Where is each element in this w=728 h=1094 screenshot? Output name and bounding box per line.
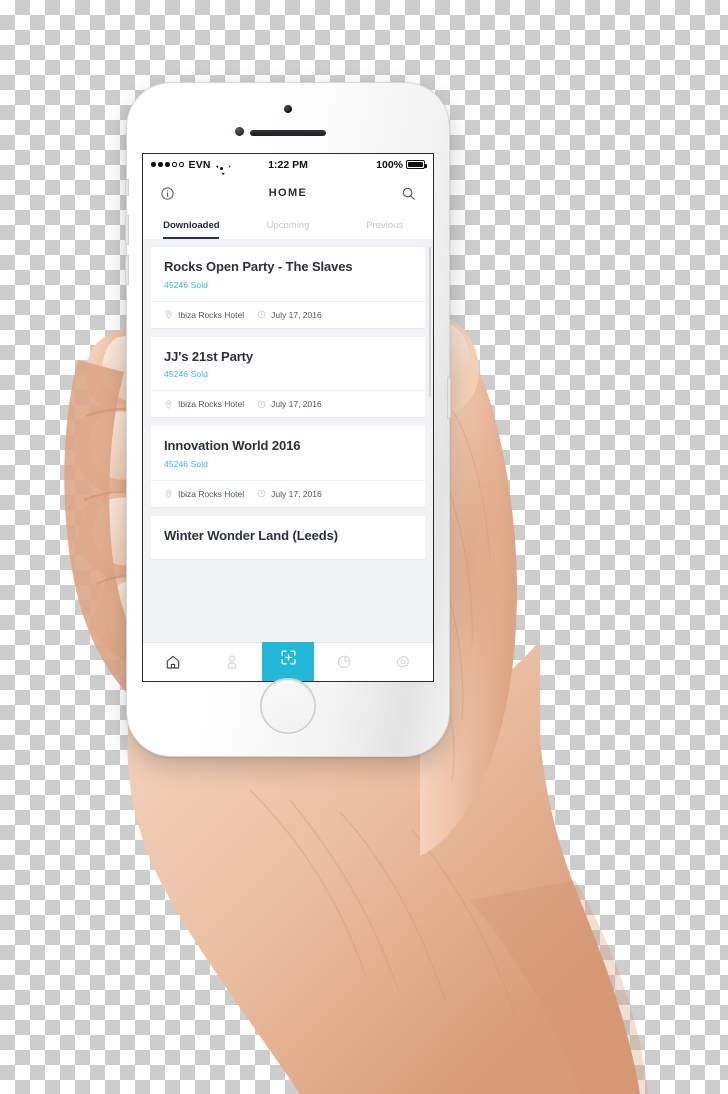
earpiece-speaker-icon	[250, 130, 326, 136]
event-title: Winter Wonder Land (Leeds)	[164, 527, 338, 543]
info-circle-icon[interactable]	[157, 183, 177, 203]
event-date-label: July 17, 2016	[271, 488, 322, 499]
clock-icon	[257, 489, 266, 498]
location-pin-icon	[164, 400, 173, 409]
event-date: July 17, 2016	[257, 310, 322, 320]
event-title: JJ's 21st Party	[164, 348, 254, 364]
event-venue: Ibiza Rocks Hotel	[164, 399, 244, 409]
volume-up-button[interactable]	[125, 215, 129, 245]
location-pin-icon	[164, 489, 173, 499]
page-title: HOME	[268, 187, 308, 199]
event-list[interactable]: Rocks Open Party - The Slaves 45246 Sold…	[143, 239, 433, 642]
proximity-sensor-icon	[235, 127, 244, 136]
tab-bar-item-reports[interactable]	[314, 643, 374, 681]
tab-upcoming-label: Upcoming	[266, 219, 310, 231]
clock-icon	[257, 310, 266, 319]
person-icon	[224, 654, 240, 670]
home-button[interactable]	[260, 678, 316, 734]
volume-down-button[interactable]	[125, 255, 129, 285]
bottom-tab-bar	[143, 634, 434, 681]
battery-full-icon	[406, 160, 427, 169]
event-date: July 17, 2016	[257, 489, 322, 499]
event-sold-count: 45246 Sold	[164, 458, 209, 469]
scan-icon	[279, 648, 298, 667]
event-sold-count: 45246 Sold	[164, 369, 209, 380]
event-card-header: Winter Wonder Land (Leeds)	[151, 516, 425, 560]
clock-icon	[257, 400, 266, 409]
nav-bar: HOME	[143, 175, 433, 211]
event-venue: Ibiza Rocks Hotel	[164, 310, 244, 320]
settings-gear-icon	[395, 654, 411, 670]
power-button[interactable]	[447, 377, 451, 419]
event-card-header: Rocks Open Party - The Slaves 45246 Sold	[151, 247, 425, 301]
status-bar: EVN 1:22 PM 100%	[143, 154, 433, 175]
event-date-label: July 17, 2016	[271, 399, 322, 410]
tab-upcoming[interactable]: Upcoming	[240, 211, 337, 239]
location-pin-icon	[164, 310, 173, 319]
event-venue-label: Ibiza Rocks Hotel	[178, 399, 245, 410]
tab-bar-item-profile[interactable]	[203, 643, 263, 681]
event-card[interactable]: Rocks Open Party - The Slaves 45246 Sold…	[151, 247, 425, 328]
status-bar-clock: 1:22 PM	[268, 158, 308, 171]
event-venue-label: Ibiza Rocks Hotel	[178, 309, 245, 320]
event-venue: Ibiza Rocks Hotel	[164, 489, 244, 499]
tab-bar-item-home[interactable]	[143, 643, 203, 681]
event-sold-count: 45246 Sold	[164, 279, 209, 290]
tab-bar-item-settings[interactable]	[374, 643, 434, 681]
event-card-meta: Ibiza Rocks Hotel July 17, 2016	[151, 479, 425, 507]
camera-dot-icon	[284, 105, 292, 113]
event-card-header: JJ's 21st Party 45246 Sold	[151, 337, 425, 391]
event-date-label: July 17, 2016	[271, 309, 322, 320]
event-card[interactable]: JJ's 21st Party 45246 Sold Ibiza Rocks H…	[151, 336, 425, 418]
event-venue-label: Ibiza Rocks Hotel	[178, 488, 245, 499]
event-title: Rocks Open Party - The Slaves	[164, 259, 353, 274]
search-icon[interactable]	[399, 183, 419, 203]
tab-downloaded[interactable]: Downloaded	[143, 211, 240, 239]
event-date: July 17, 2016	[257, 399, 322, 409]
event-card[interactable]: Innovation World 2016 45246 Sold Ibiza R…	[151, 426, 425, 507]
phone-screen: EVN 1:22 PM 100% HOME Downloaded Upcomin…	[143, 154, 433, 681]
tab-previous[interactable]: Previous	[336, 211, 433, 239]
pie-chart-icon	[336, 654, 352, 670]
home-icon	[165, 654, 181, 670]
event-title: Innovation World 2016	[164, 438, 301, 454]
tab-previous-label: Previous	[366, 219, 404, 231]
event-card-meta: Ibiza Rocks Hotel July 17, 2016	[151, 300, 425, 328]
list-scrollbar[interactable]	[429, 247, 431, 397]
segment-tabs: Downloaded Upcoming Previous	[143, 211, 433, 239]
event-card[interactable]: Winter Wonder Land (Leeds)	[151, 515, 425, 560]
tab-downloaded-label: Downloaded	[163, 219, 220, 231]
mute-switch[interactable]	[125, 179, 129, 196]
event-card-header: Innovation World 2016 45246 Sold	[151, 426, 425, 480]
event-card-meta: Ibiza Rocks Hotel July 17, 2016	[151, 390, 425, 417]
iphone-device: EVN 1:22 PM 100% HOME Downloaded Upcomin…	[125, 83, 451, 756]
